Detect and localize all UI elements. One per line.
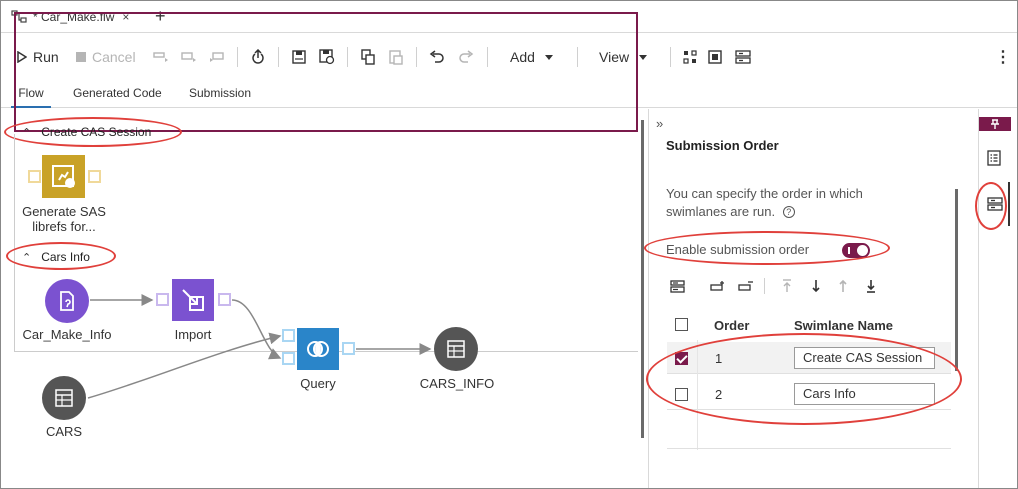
move-to-bottom-icon — [867, 280, 875, 293]
canvas-scrollbar[interactable] — [641, 120, 644, 438]
node-label: Import — [174, 327, 212, 342]
import-node[interactable] — [172, 279, 214, 321]
row-checkbox[interactable] — [675, 388, 688, 401]
table-icon — [447, 340, 465, 358]
help-icon[interactable]: ? — [782, 206, 795, 218]
remove-row-icon — [738, 280, 753, 291]
collapse-panel-icon[interactable]: » — [656, 116, 663, 131]
panel-title: Submission Order — [666, 138, 779, 153]
move-down-button[interactable] — [811, 276, 821, 296]
output-port[interactable] — [342, 342, 355, 355]
remove-row-button[interactable] — [738, 276, 754, 296]
move-up-button[interactable] — [838, 276, 848, 296]
toggle-row: Enable submission order — [666, 242, 809, 257]
swimlane-name-field[interactable]: Create CAS Session — [794, 347, 935, 369]
text-file-node[interactable] — [45, 279, 89, 323]
row-order: 2 — [715, 387, 723, 402]
file-icon — [60, 291, 74, 311]
panel-description: You can specify the order in which swiml… — [666, 185, 906, 221]
query-node[interactable] — [297, 328, 339, 370]
input-table-node[interactable] — [42, 376, 86, 420]
properties-list-icon — [987, 150, 1001, 166]
node-label: CARS — [45, 424, 83, 439]
move-to-top-button[interactable] — [782, 276, 792, 296]
import-icon — [182, 289, 204, 311]
column-header-swimlane-name[interactable]: Swimlane Name — [794, 318, 893, 333]
row-checkbox[interactable] — [675, 352, 688, 365]
node-label: Query — [300, 376, 336, 391]
panel-toolbar-divider — [764, 278, 765, 294]
move-to-bottom-button[interactable] — [866, 276, 876, 296]
row-order: 1 — [715, 351, 723, 366]
table-row[interactable]: 2 Cars Info — [667, 378, 951, 410]
node-label: CARS_INFO — [419, 376, 495, 391]
grid-column-divider — [697, 340, 698, 450]
swimlane-order-icon — [987, 197, 1003, 211]
swimlane-name-field[interactable]: Cars Info — [794, 383, 935, 405]
grid-footer-line — [667, 448, 951, 449]
swimlane-settings-button[interactable] — [670, 276, 685, 296]
output-port[interactable] — [218, 293, 231, 306]
panel-description-text: You can specify the order in which swiml… — [666, 186, 863, 219]
table-row[interactable]: 1 Create CAS Session — [667, 342, 951, 374]
grid-header: Order Swimlane Name — [667, 310, 951, 340]
column-header-order[interactable]: Order — [714, 318, 749, 333]
query-join-icon — [307, 341, 329, 357]
input-port[interactable] — [156, 293, 169, 306]
node-label: Car_Make_Info — [22, 327, 112, 342]
arrow-down-icon — [812, 280, 820, 293]
toggle-on-mark — [848, 247, 850, 254]
enable-submission-order-toggle[interactable] — [842, 243, 870, 258]
pin-panel-button[interactable] — [979, 117, 1011, 131]
input-port[interactable] — [282, 329, 295, 342]
pin-icon — [991, 119, 999, 129]
output-table-node[interactable] — [434, 327, 478, 371]
toggle-label: Enable submission order — [666, 242, 810, 257]
select-all-checkbox[interactable] — [675, 318, 688, 331]
add-row-button[interactable] — [710, 276, 726, 296]
add-row-icon — [710, 280, 724, 291]
table-icon — [55, 389, 73, 407]
swimlane-icon — [670, 279, 685, 293]
arrow-up-icon — [839, 279, 847, 292]
toggle-knob — [857, 245, 868, 256]
move-to-top-icon — [783, 279, 791, 292]
properties-panel-button[interactable] — [987, 150, 1001, 169]
input-port[interactable] — [282, 352, 295, 365]
active-rail-indicator — [1008, 182, 1010, 226]
submission-order-panel-button[interactable] — [987, 197, 1003, 214]
panel-scrollbar[interactable] — [955, 189, 958, 371]
